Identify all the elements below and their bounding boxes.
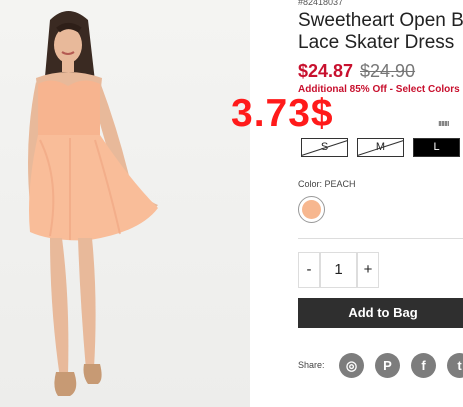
quantity-input[interactable]: 1 xyxy=(320,252,357,288)
product-image[interactable] xyxy=(0,0,250,407)
swatch-fill xyxy=(302,200,321,219)
product-sku: #82418037 xyxy=(298,0,344,7)
divider xyxy=(298,238,463,239)
product-title-line1: Sweetheart Open Ba xyxy=(298,10,463,31)
quantity-increase-button[interactable]: + xyxy=(357,252,379,288)
sale-price: $24.87 xyxy=(298,61,354,81)
color-label: Color: PEACH xyxy=(298,179,356,189)
add-to-bag-button[interactable]: Add to Bag xyxy=(298,298,463,328)
size-option-m[interactable]: M xyxy=(357,138,404,157)
product-title-line2: Lace Skater Dress xyxy=(298,32,455,53)
ruler-icon[interactable]: ııııııı xyxy=(438,118,449,128)
product-title: Sweetheart Open Ba Lace Skater Dress xyxy=(298,10,463,54)
color-swatch-peach[interactable] xyxy=(298,196,325,223)
quantity-decrease-button[interactable]: - xyxy=(298,252,320,288)
size-option-s[interactable]: S xyxy=(301,138,348,157)
overlay-price-annotation: 3.73$ xyxy=(231,92,334,135)
instagram-icon[interactable]: ◎ xyxy=(339,353,364,378)
twitter-icon[interactable]: t xyxy=(447,353,463,378)
share-label: Share: xyxy=(298,360,325,370)
pinterest-icon[interactable]: P xyxy=(375,353,400,378)
original-price: $24.90 xyxy=(360,61,416,81)
facebook-icon[interactable]: f xyxy=(411,353,436,378)
size-option-l[interactable]: L xyxy=(413,138,460,157)
model-illustration xyxy=(28,11,158,396)
